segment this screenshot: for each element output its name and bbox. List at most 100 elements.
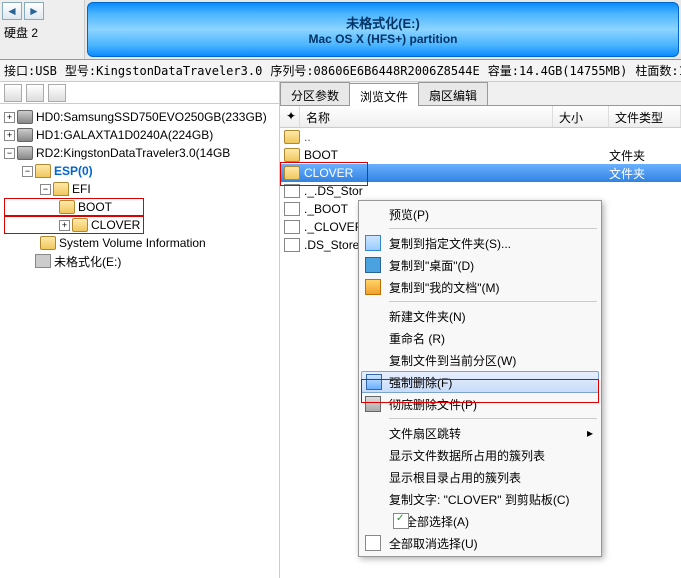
hdd-icon (17, 146, 33, 160)
ctx-copy-text[interactable]: 复制文字: "CLOVER" 到剪贴板(C) (361, 488, 599, 510)
ctx-copy-desktop[interactable]: 复制到"桌面"(D) (361, 254, 599, 276)
toolbar-button[interactable] (4, 84, 22, 102)
ctx-preview[interactable]: 预览(P) (361, 203, 599, 225)
info-bar: 接口:USB 型号:KingstonDataTraveler3.0 序列号:08… (0, 60, 681, 82)
info-serial: 08606E6B6448R2006Z8544E (314, 64, 480, 78)
expand-icon[interactable]: + (59, 220, 70, 231)
nav-box: ◄ ► 硬盘 2 (0, 0, 85, 59)
uncheck-icon (365, 535, 381, 551)
disk-count-label: 硬盘 2 (2, 20, 82, 45)
col-size[interactable]: 大小 (553, 106, 609, 127)
ctx-show-root-clusters[interactable]: 显示根目录占用的簇列表 (361, 466, 599, 488)
file-row-selected[interactable]: CLOVER 文件夹 (280, 164, 681, 182)
ctx-label: 全部取消选择(U) (389, 535, 478, 552)
ctx-rename[interactable]: 重命名 (R) (361, 327, 599, 349)
collapse-icon[interactable]: − (4, 148, 15, 159)
folder-icon (72, 218, 88, 232)
tree-hd1[interactable]: + HD1:GALAXTA1D0240A(224GB) (4, 126, 275, 144)
col-name[interactable]: 名称 (300, 106, 553, 127)
nav-back-button[interactable]: ◄ (2, 2, 22, 20)
ctx-copy-to-folder[interactable]: 复制到指定文件夹(S)... (361, 232, 599, 254)
folder-icon (284, 166, 300, 180)
col-type[interactable]: 文件类型 (609, 106, 681, 127)
ctx-new-folder[interactable]: 新建文件夹(N) (361, 305, 599, 327)
ctx-full-delete[interactable]: 彻底删除文件(P) (361, 393, 599, 415)
nav-forward-button[interactable]: ► (24, 2, 44, 20)
expand-icon[interactable]: + (4, 130, 15, 141)
file-icon (284, 202, 300, 216)
ctx-copy-to-current[interactable]: 复制文件到当前分区(W) (361, 349, 599, 371)
folder-icon (59, 200, 75, 214)
banner-subtitle: Mac OS X (HFS+) partition (308, 32, 457, 46)
ctx-label: 显示根目录占用的簇列表 (389, 469, 521, 486)
ctx-deselect-all[interactable]: 全部取消选择(U) (361, 532, 599, 554)
file-row-up[interactable]: .. (280, 128, 681, 146)
tree-unformatted[interactable]: 未格式化(E:) (4, 252, 275, 270)
ctx-label: 显示文件数据所占用的簇列表 (389, 447, 545, 464)
tab-partition-params[interactable]: 分区参数 (280, 82, 350, 105)
partition-icon (35, 254, 51, 268)
tab-sector-edit[interactable]: 扇区编辑 (418, 82, 488, 105)
ctx-label: 复制文件到当前分区(W) (389, 352, 516, 369)
toolbar-button[interactable] (26, 84, 44, 102)
collapse-icon[interactable]: − (40, 184, 51, 195)
file-name: BOOT (304, 148, 609, 162)
tree-label: RD2:KingstonDataTraveler3.0(14GB (36, 146, 230, 160)
ctx-label: 复制到"桌面"(D) (389, 257, 474, 274)
hdd-icon (17, 110, 33, 124)
tree-label: CLOVER (91, 218, 140, 232)
info-capacity: 14.4GB(14755MB) (519, 64, 627, 78)
ctx-sector-jump[interactable]: 文件扇区跳转 ▸ (361, 422, 599, 444)
tree-efi[interactable]: − EFI (4, 180, 275, 198)
tree-label: HD0:SamsungSSD750EVO250GB(233GB) (36, 110, 267, 124)
ctx-label: 全部选择(A) (405, 513, 469, 530)
top-bar: ◄ ► 硬盘 2 未格式化(E:) Mac OS X (HFS+) partit… (0, 0, 681, 60)
ctx-label: 文件扇区跳转 (389, 425, 461, 442)
trash-icon (365, 396, 381, 412)
ctx-force-delete[interactable]: 强制删除(F) (361, 371, 599, 393)
col-icon[interactable]: ✦ (280, 106, 300, 127)
toolbar-button[interactable] (48, 84, 66, 102)
tree-label: ESP(0) (54, 164, 93, 178)
tree-boot[interactable]: BOOT (4, 198, 144, 216)
tree-clover[interactable]: + CLOVER (4, 216, 144, 234)
tree-esp[interactable]: − ESP(0) (4, 162, 275, 180)
ctx-label: 复制文字: "CLOVER" 到剪贴板(C) (389, 491, 570, 508)
tree-rd2[interactable]: − RD2:KingstonDataTraveler3.0(14GB (4, 144, 275, 162)
ctx-select-all[interactable]: 全部选择(A) (361, 510, 599, 532)
tree-label: HD1:GALAXTA1D0240A(224GB) (36, 128, 213, 142)
delete-icon (366, 374, 382, 390)
collapse-icon[interactable]: − (22, 166, 33, 177)
tree-toolbar (0, 82, 279, 104)
ctx-label: 预览(P) (389, 206, 429, 223)
desktop-icon (365, 257, 381, 273)
banner-title: 未格式化(E:) (346, 13, 420, 32)
ctx-show-file-clusters[interactable]: 显示文件数据所占用的簇列表 (361, 444, 599, 466)
tab-browse-files[interactable]: 浏览文件 (349, 83, 419, 106)
file-icon (284, 184, 300, 198)
folder-icon (284, 148, 300, 162)
separator (389, 301, 597, 302)
hdd-icon (17, 128, 33, 142)
ctx-label: 新建文件夹(N) (389, 308, 466, 325)
file-row[interactable]: ._.DS_Stor (280, 182, 681, 200)
folder-open-icon (53, 182, 69, 196)
file-icon (284, 220, 300, 234)
chevron-right-icon: ▸ (587, 426, 593, 440)
partition-banner[interactable]: 未格式化(E:) Mac OS X (HFS+) partition (87, 2, 679, 57)
ctx-copy-documents[interactable]: 复制到"我的文档"(M) (361, 276, 599, 298)
ctx-label: 重命名 (R) (389, 330, 445, 347)
tab-bar: 分区参数 浏览文件 扇区编辑 (280, 82, 681, 106)
tree-pane: + HD0:SamsungSSD750EVO250GB(233GB) + HD1… (0, 82, 280, 578)
file-row[interactable]: BOOT 文件夹 (280, 146, 681, 164)
check-icon (393, 513, 409, 529)
file-name: CLOVER (304, 166, 609, 180)
info-capacity-label: 容量: (488, 64, 519, 78)
tree-svi[interactable]: System Volume Information (4, 234, 275, 252)
tree-hd0[interactable]: + HD0:SamsungSSD750EVO250GB(233GB) (4, 108, 275, 126)
folder-icon (40, 236, 56, 250)
expand-icon[interactable]: + (4, 112, 15, 123)
info-interface: 接口:USB (4, 62, 57, 79)
folder-up-icon (284, 130, 300, 144)
ctx-label: 复制到指定文件夹(S)... (389, 235, 511, 252)
